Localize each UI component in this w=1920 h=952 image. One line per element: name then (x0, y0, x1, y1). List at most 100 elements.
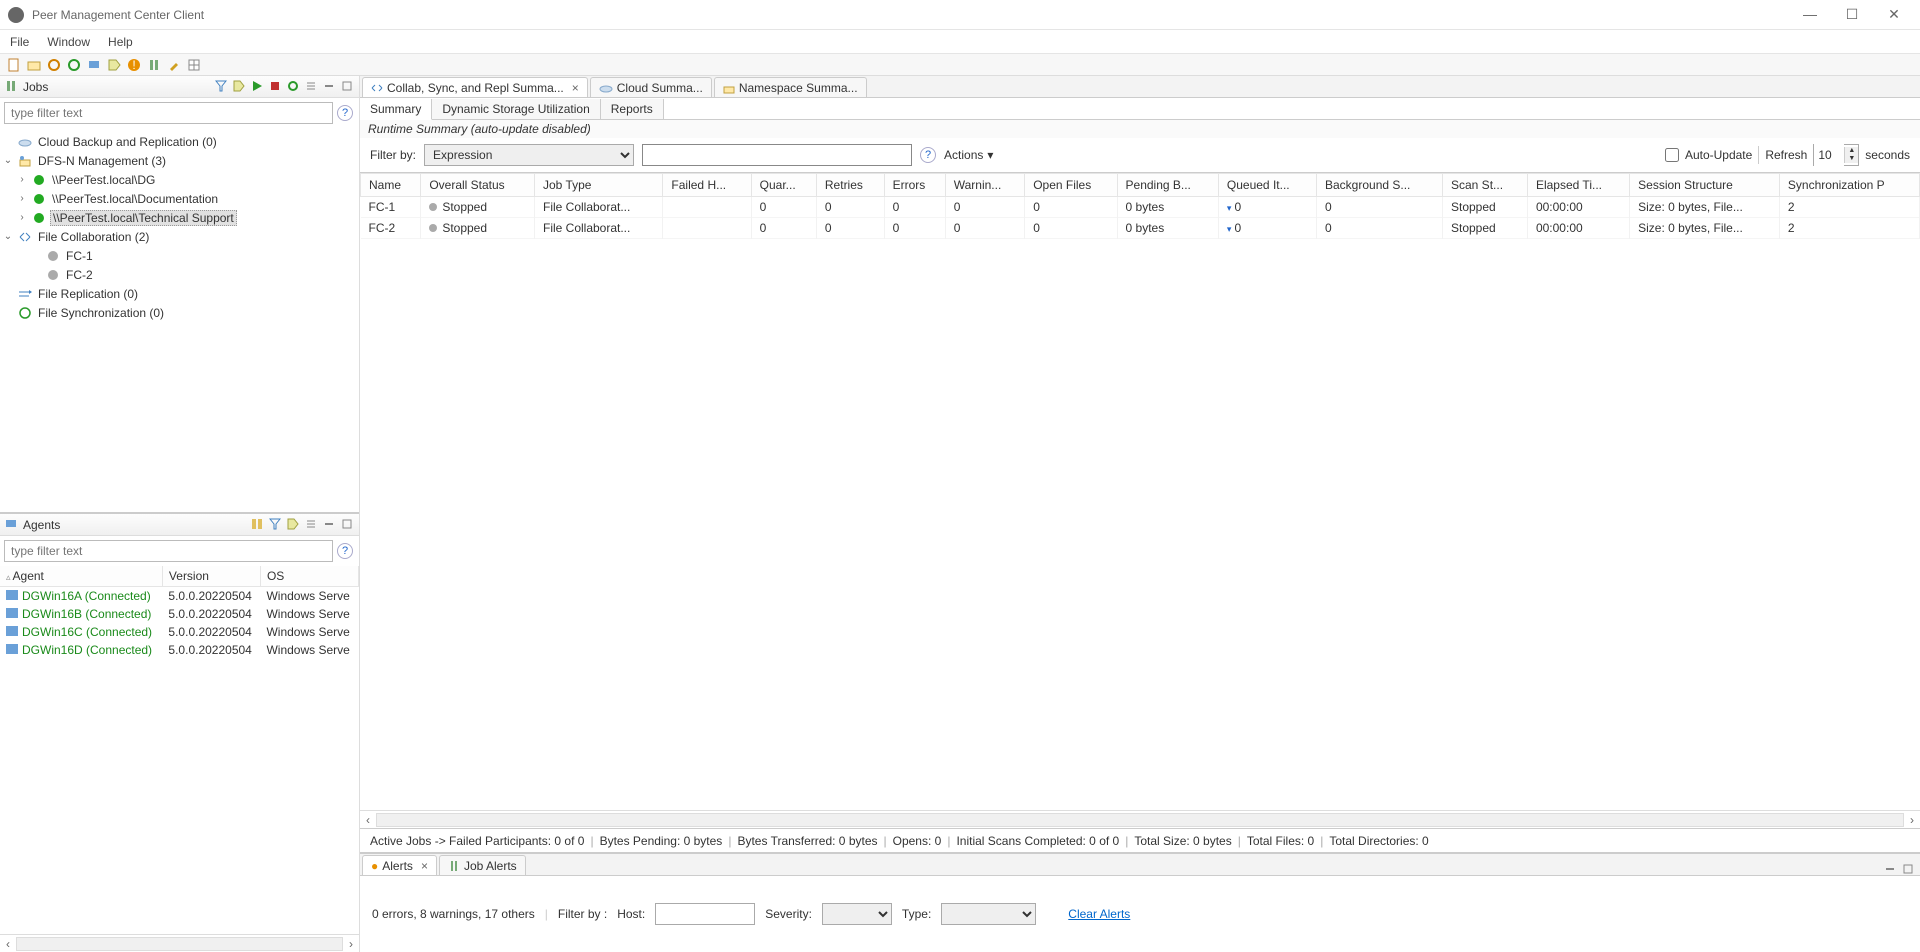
scroll-left-icon[interactable]: ‹ (360, 813, 376, 827)
expand-icon[interactable]: › (16, 212, 28, 223)
spin-down-icon[interactable]: ▼ (1844, 155, 1858, 163)
actions-dropdown[interactable]: Actions ▾ (944, 148, 993, 162)
agent-row[interactable]: DGWin16D (Connected)5.0.0.20220504Window… (0, 641, 359, 659)
tree-node-dfsn[interactable]: ⌄ DFS-N Management (3) (2, 151, 357, 170)
expand-icon[interactable]: › (16, 174, 28, 185)
alerts-type-select[interactable] (941, 903, 1036, 925)
table-icon[interactable] (186, 57, 202, 73)
tab-namespace-summary[interactable]: Namespace Summa... (714, 77, 867, 97)
alerts-severity-select[interactable] (822, 903, 892, 925)
new-icon[interactable] (6, 57, 22, 73)
collapse-icon[interactable]: ⌄ (2, 155, 14, 166)
agent-row[interactable]: DGWin16B (Connected)5.0.0.20220504Window… (0, 605, 359, 623)
scroll-left-icon[interactable]: ‹ (0, 937, 16, 951)
summary-col[interactable]: Failed H... (663, 174, 751, 197)
filter-expression-input[interactable] (642, 144, 912, 166)
summary-col[interactable]: Pending B... (1117, 174, 1218, 197)
close-tab-icon[interactable]: × (421, 859, 428, 873)
collapse-icon[interactable]: ⌄ (2, 231, 14, 242)
filter-icon[interactable] (215, 80, 229, 94)
summary-col[interactable]: Warnin... (945, 174, 1024, 197)
scroll-right-icon[interactable]: › (343, 937, 359, 951)
tab-alerts[interactable]: ● Alerts × (362, 855, 437, 875)
tree-node-file-collab[interactable]: ⌄ File Collaboration (2) (2, 227, 357, 246)
summary-col[interactable]: Errors (884, 174, 945, 197)
agents-col-agent[interactable]: ▵Agent (0, 566, 162, 587)
spin-up-icon[interactable]: ▲ (1844, 147, 1858, 155)
minimize-view-icon[interactable] (1884, 863, 1896, 875)
help-icon[interactable]: ? (337, 543, 353, 559)
help-icon[interactable]: ? (920, 147, 936, 163)
summary-col[interactable]: Quar... (751, 174, 816, 197)
view-menu-icon[interactable] (305, 518, 319, 532)
minimize-button[interactable]: — (1798, 6, 1822, 23)
summary-col[interactable]: Session Structure (1630, 174, 1780, 197)
summary-col[interactable]: Name (361, 174, 421, 197)
subtab-dsu[interactable]: Dynamic Storage Utilization (432, 99, 600, 119)
maximize-button[interactable]: ☐ (1840, 6, 1864, 23)
close-button[interactable]: ✕ (1882, 6, 1906, 23)
filter-expression-select[interactable]: Expression (424, 144, 634, 166)
columns-icon[interactable] (251, 518, 265, 532)
summary-col[interactable]: Elapsed Ti... (1527, 174, 1629, 197)
view-menu-icon[interactable] (305, 80, 319, 94)
summary-hscroll[interactable]: ‹ › (360, 810, 1920, 828)
refresh-label[interactable]: Refresh (1765, 148, 1807, 162)
subtab-summary[interactable]: Summary (360, 99, 432, 120)
stop-icon[interactable] (269, 80, 283, 94)
summary-row[interactable]: FC-2StoppedFile Collaborat...000000 byte… (361, 218, 1920, 239)
maximize-view-icon[interactable] (1902, 863, 1914, 875)
play-icon[interactable] (251, 80, 265, 94)
restart-icon[interactable] (287, 80, 301, 94)
menu-file[interactable]: File (10, 35, 29, 49)
expand-icon[interactable]: › (16, 193, 28, 204)
help-icon[interactable]: ? (337, 105, 353, 121)
maximize-view-icon[interactable] (341, 518, 355, 532)
filter-icon[interactable] (269, 518, 283, 532)
summary-col[interactable]: Scan St... (1443, 174, 1528, 197)
summary-col[interactable]: Open Files (1025, 174, 1117, 197)
agents-table[interactable]: ▵Agent Version OS DGWin16A (Connected)5.… (0, 566, 359, 934)
wrench-icon[interactable] (166, 57, 182, 73)
refresh-icon[interactable] (46, 57, 62, 73)
refresh-spinner[interactable]: ▲▼ (1813, 144, 1859, 166)
refresh-value-input[interactable] (1814, 144, 1844, 166)
summary-col[interactable]: Background S... (1317, 174, 1443, 197)
agents-filter-input[interactable] (4, 540, 333, 562)
clear-alerts-link[interactable]: Clear Alerts (1068, 907, 1130, 921)
summary-col[interactable]: Synchronization P (1779, 174, 1919, 197)
tree-node-dfsn-child[interactable]: › \\PeerTest.local\Documentation (2, 189, 357, 208)
tree-node-cloud-backup[interactable]: Cloud Backup and Replication (0) (2, 132, 357, 151)
menu-help[interactable]: Help (108, 35, 133, 49)
minimize-view-icon[interactable] (323, 518, 337, 532)
tree-node-dfsn-child-selected[interactable]: › \\PeerTest.local\Technical Support (2, 208, 357, 227)
tree-node-fc2[interactable]: FC-2 (2, 265, 357, 284)
tag-small-icon[interactable] (287, 518, 301, 532)
scroll-track[interactable] (376, 813, 1904, 827)
warning-icon[interactable]: ! (126, 57, 142, 73)
tab-collab-summary[interactable]: Collab, Sync, and Repl Summa... × (362, 77, 588, 97)
tag-icon[interactable] (106, 57, 122, 73)
tab-job-alerts[interactable]: Job Alerts (439, 855, 526, 875)
jobs-filter-input[interactable] (4, 102, 333, 124)
folder-icon[interactable] (26, 57, 42, 73)
summary-col[interactable]: Job Type (534, 174, 662, 197)
alerts-host-input[interactable] (655, 903, 755, 925)
jobs-tree[interactable]: Cloud Backup and Replication (0) ⌄ DFS-N… (0, 128, 359, 512)
tree-node-fc1[interactable]: FC-1 (2, 246, 357, 265)
tree-node-file-sync[interactable]: File Synchronization (0) (2, 303, 357, 322)
close-tab-icon[interactable]: × (572, 81, 579, 95)
sync-icon[interactable] (66, 57, 82, 73)
summary-row[interactable]: FC-1StoppedFile Collaborat...000000 byte… (361, 197, 1920, 218)
menu-window[interactable]: Window (47, 35, 90, 49)
summary-col[interactable]: Retries (816, 174, 884, 197)
subtab-reports[interactable]: Reports (601, 99, 664, 119)
maximize-view-icon[interactable] (341, 80, 355, 94)
agents-icon[interactable] (86, 57, 102, 73)
scroll-right-icon[interactable]: › (1904, 813, 1920, 827)
left-hscroll[interactable]: ‹ › (0, 934, 359, 952)
agent-row[interactable]: DGWin16C (Connected)5.0.0.20220504Window… (0, 623, 359, 641)
tree-node-file-repl[interactable]: File Replication (0) (2, 284, 357, 303)
agents-col-version[interactable]: Version (162, 566, 260, 587)
tab-cloud-summary[interactable]: Cloud Summa... (590, 77, 712, 97)
